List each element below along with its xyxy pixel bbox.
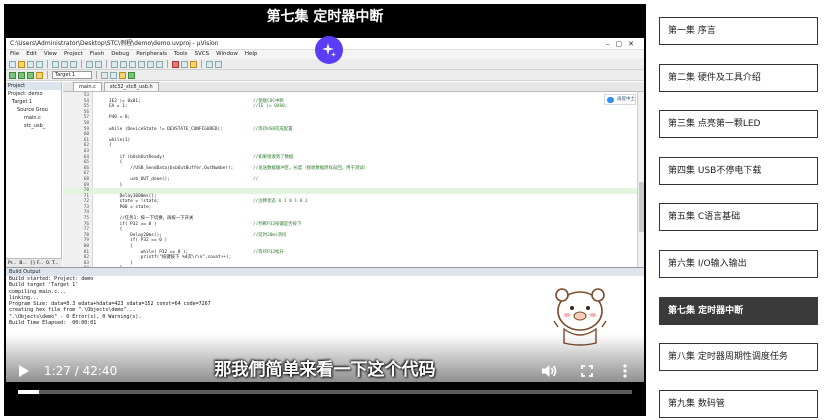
menu-item: Help [244, 51, 258, 57]
ide-window-title: C:\Users\Administrator\Desktop\STC\例程\de… [10, 40, 219, 47]
uncomment-icon [156, 60, 163, 68]
episode-item[interactable]: 第二集 硬件及工具介绍 [659, 63, 818, 92]
cloud-icon [607, 97, 614, 103]
menu-item: Edit [26, 51, 37, 57]
volume-button[interactable] [541, 363, 557, 379]
project-tab: Pr... [8, 261, 17, 266]
project-tabs: Pr... B... {} F... 0. T... [6, 258, 62, 267]
redo-icon [95, 60, 102, 68]
cut-icon [52, 60, 59, 68]
fullscreen-button[interactable] [581, 365, 593, 377]
tree-file-main: main.c [24, 115, 41, 121]
tree-project: Project: demo [8, 91, 43, 97]
tools-icon [215, 60, 222, 68]
translate-label: 再提中士 [617, 97, 635, 102]
play-icon [19, 365, 29, 377]
episode-item[interactable]: 第八集 定时器周期性调度任务 [659, 343, 818, 372]
config-icon [190, 60, 197, 68]
project-tab: B... [19, 261, 27, 266]
episode-item[interactable]: 第五集 C语言基础 [659, 203, 818, 232]
debug-icon [172, 60, 179, 68]
bookmark-icon [120, 60, 127, 68]
comment-icon [147, 60, 154, 68]
outdent-icon [138, 60, 145, 68]
episode-item[interactable]: 第四集 USB不停电下载 [659, 156, 818, 185]
translate-icon [9, 71, 16, 79]
code-area: 53 54 IE2 |= 0x01;//使能CDC中断 55 EA = 1;//IE |… [63, 92, 644, 267]
pack-installer-icon [119, 71, 126, 79]
more-options-button[interactable] [623, 364, 627, 378]
save-all-icon [36, 60, 43, 68]
volume-icon [542, 365, 550, 377]
copy-icon [61, 60, 68, 68]
menu-item: Debug [111, 51, 130, 57]
ide-toolbar-2: Target 1 [6, 70, 644, 81]
menu-item: Flash [89, 51, 105, 57]
undo-icon [86, 60, 93, 68]
menu-item: Window [216, 51, 238, 57]
play-button[interactable] [18, 364, 30, 378]
runtime-env-icon [128, 71, 135, 79]
target-select: Target 1 [52, 71, 92, 79]
menu-item: Tools [173, 51, 188, 57]
episode-item[interactable]: 第七集 定时器中断 [659, 296, 818, 325]
progress-bar[interactable] [18, 390, 632, 394]
time-display: 1:27 / 42:40 [44, 364, 118, 378]
manage-items-icon [110, 71, 117, 79]
menu-item: SVCS [194, 51, 210, 57]
more-vertical-icon [623, 364, 627, 378]
menu-item: File [10, 51, 20, 57]
fullscreen-icon [581, 365, 593, 377]
paste-icon [70, 60, 77, 68]
translate-widget: 再提中士 [604, 94, 636, 105]
code-editor: main.c stc32_stc8_usb.h 53 54 IE2 |= 0x01;… [63, 82, 644, 267]
tree-target: Target 1 [12, 99, 33, 105]
build-output-line: Build Time Elapsed: 00:00:01 [9, 320, 97, 327]
editor-tabs: main.c stc32_stc8_usb.h [63, 82, 644, 92]
editor-tab-main: main.c [73, 82, 102, 91]
save-icon [27, 60, 34, 68]
video-title: 第七集 定时器中断 [266, 9, 384, 25]
open-folder-icon [18, 60, 25, 68]
episode-item[interactable]: 第一集 序言 [659, 17, 818, 45]
ai-assistant-button[interactable] [315, 36, 343, 64]
build-output-lines: Build started: Project: demo Build target… [6, 276, 644, 326]
editor-scrollbar [637, 92, 644, 267]
ide-body: Project Project: demo Target 1 Source Gr… [6, 82, 644, 267]
build-output-title: Build Output [6, 268, 644, 276]
menu-item: Peripherals [136, 51, 167, 57]
editor-tab-header: stc32_stc8_usb.h [103, 82, 159, 91]
project-panel: Project Project: demo Target 1 Source Gr… [6, 82, 62, 267]
episode-item[interactable]: 第六集 I/O输入输出 [659, 250, 818, 278]
menu-item: View [43, 51, 57, 57]
tree-file-stc: stc_usb_ [24, 123, 46, 129]
video-player[interactable]: 第七集 定时器中断 C:\Users\Administrator\Desktop… [4, 4, 646, 416]
episode-item[interactable]: 第九集 数码管 [659, 389, 818, 418]
tree-source-group: Source Grou [17, 107, 48, 113]
target-options-icon [101, 71, 108, 79]
window-controls: –▢✕ [606, 40, 640, 48]
code-lines: 53 54 IE2 |= 0x01;//使能CDC中断 55 EA = 1;//IE |… [63, 93, 644, 267]
project-tab: {} F... [29, 261, 44, 266]
sparkle-icon [322, 43, 336, 57]
download-icon [36, 71, 43, 79]
indent-icon [129, 60, 136, 68]
new-file-icon [9, 60, 16, 68]
project-panel-title: Project [6, 82, 61, 90]
menu-item: Project [63, 51, 83, 57]
window-icon [206, 60, 213, 68]
find-icon [111, 60, 118, 68]
breakpoint-icon [181, 60, 188, 68]
rebuild-icon [27, 71, 34, 79]
episode-item[interactable]: 第三集 点亮第一颗LED [659, 110, 818, 139]
ide-screenshot: C:\Users\Administrator\Desktop\STC\例程\de… [6, 38, 644, 382]
project-tab: 0. T... [46, 261, 59, 266]
progress-fill [18, 390, 39, 394]
build-icon [18, 71, 25, 79]
